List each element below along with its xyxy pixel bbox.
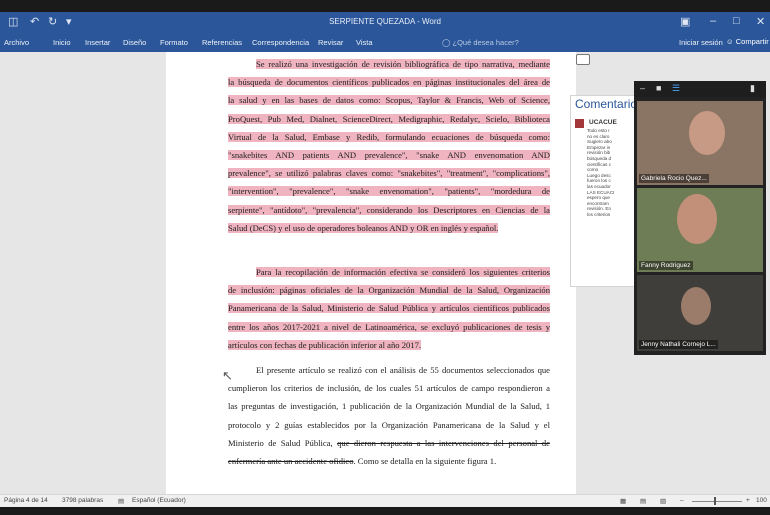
paragraph-criteria[interactable]: Para la recopilación de información efec… [228,263,550,354]
text-line: artículos con fechas de publicación infe… [228,339,422,350]
text-line: Se realizó una investigación de revisión… [256,59,550,69]
text-line: serpiente", "antídoto", "prevalencia", c… [228,204,550,215]
status-bar: Página 4 de 14 3798 palabras ▤ Español (… [0,494,770,507]
comment-icon[interactable] [576,54,590,65]
zoom-out-icon[interactable]: – [680,497,684,504]
participant-tile-3[interactable]: Jenny Nathali Cornejo L... [637,275,763,351]
title-bar: ◫ ↶ ↻ ▾ SERPIENTE QUEZADA - Word ▣ – □ ✕ [0,12,770,34]
sign-in-link[interactable]: Iniciar sesión [679,38,723,47]
comments-heading: Comentarios [575,97,644,111]
document-title: SERPIENTE QUEZADA - Word [329,17,441,26]
participant-tile-2[interactable]: Fanny Rodriguez [637,188,763,272]
participant-tile-1[interactable]: Gabriela Rocio Quez... [637,101,763,185]
zoom-level[interactable]: 100 [756,497,767,504]
read-mode-icon[interactable]: ▦ [620,497,626,505]
tab-formato[interactable]: Formato [160,38,188,47]
share-button[interactable]: ☺ Compartir [726,37,769,46]
zoom-slider-thumb[interactable] [714,497,716,505]
deleted-text: que dieron respuesta a las intervencione… [337,437,550,448]
text-line: Para la recopilación de información efec… [256,267,550,277]
text-line: la búsqueda de documentos científicos pu… [228,77,550,88]
text-line: protocolo y 2 guías establecidos por la … [228,419,550,430]
text-line: El presente artículo se realizó con el a… [256,365,550,375]
participant-face-3 [681,287,711,325]
mouse-cursor-icon: ↖ [222,368,233,383]
text-line: "snakebites AND patients AND prevalence"… [228,149,550,160]
participant-face-2 [677,194,717,244]
video-toolbar: – ■ ☰ ▮ [634,81,766,97]
video-call-overlay[interactable]: – ■ ☰ ▮ Gabriela Rocio Quez... Fanny Rod… [634,81,766,355]
text-normal: Ministerio de Salud Pública, [228,437,333,448]
text-normal: . Como se detalla en la siguiente figura… [353,455,497,466]
grid-view-icon[interactable]: ☰ [672,83,680,94]
document-page[interactable]: Se realizó una investigación de revisión… [166,52,576,494]
text-line: la salud y en las bases de datos como: S… [228,95,550,106]
text-line: enfermería ante un accidente ofidico. Co… [228,452,550,470]
text-line: Ministerio de Salud Pública, que dieron … [228,434,550,452]
minimize-icon[interactable]: – [710,15,716,27]
language[interactable]: Español (Ecuador) [132,497,186,504]
proofing-icon[interactable]: ▤ [118,497,124,505]
participant-name-3: Jenny Nathali Cornejo L... [639,340,718,349]
tab-archivo[interactable]: Archivo [4,38,29,47]
tab-revisar[interactable]: Revisar [318,38,343,47]
maximize-icon[interactable]: □ [733,15,740,27]
text-line: cumplieron los criterios de inclusión, d… [228,383,550,394]
deleted-text: enfermería ante un accidente ofidico [228,455,354,466]
tab-correspondencia[interactable]: Correspondencia [252,38,309,47]
zoom-in-icon[interactable]: + [746,497,750,504]
participant-name-1: Gabriela Rocio Quez... [639,174,709,183]
tell-me-text: ¿Qué desea hacer? [452,38,519,47]
text-line: prevalence", se utilizó palabras claves … [228,168,550,179]
share-label: Compartir [735,37,769,46]
text-line: "intervention", "prevalence", "snake env… [228,186,550,197]
paragraph-results[interactable]: El presente artículo se realizó con el a… [228,361,550,470]
pin-icon[interactable]: ▮ [750,83,755,94]
ribbon-tabs: Archivo Inicio Insertar Diseño Formato R… [0,34,770,52]
lightbulb-icon: ◯ [442,38,451,47]
ribbon-display-icon[interactable]: ▣ [680,15,690,28]
web-layout-icon[interactable]: ▧ [660,497,666,505]
participant-face-1 [689,111,725,155]
print-layout-icon[interactable]: ▤ [640,497,646,505]
text-line: las preguntas de investigación, 1 public… [228,401,550,412]
tab-referencias[interactable]: Referencias [202,38,242,47]
text-line: Panamericana de la Salud, Ministerio de … [228,303,550,314]
tab-insertar[interactable]: Insertar [85,38,110,47]
comment-author: UCACUE [589,119,617,126]
tab-diseno[interactable]: Diseño [123,38,146,47]
participant-name-2: Fanny Rodriguez [639,261,693,270]
text-line: ProQuest, Pub Med, Dialnet, ScienceDirec… [228,113,550,124]
close-icon[interactable]: ✕ [756,15,765,28]
zoom-slider[interactable] [692,501,742,502]
tell-me-box[interactable]: ◯ ¿Qué desea hacer? [442,38,519,47]
page-count[interactable]: Página 4 de 14 [4,497,48,504]
tab-vista[interactable]: Vista [356,38,373,47]
minimize-video-icon[interactable]: – [640,83,645,93]
word-count[interactable]: 3798 palabras [62,497,103,504]
tab-inicio[interactable]: Inicio [53,38,71,47]
text-line: Salud (DeCS) y el uso de operadores bole… [228,222,499,233]
text-line: de inclusión: páginas oficiales de la Or… [228,285,550,296]
person-icon: ☺ [726,37,734,46]
comment-author-avatar [575,119,584,128]
text-line: Virtual de la Salud, Embase y Redib, for… [228,131,550,142]
paragraph-methods[interactable]: Se realizó una investigación de revisión… [228,55,550,237]
layout-icon[interactable]: ■ [656,83,661,93]
text-line: entre los años 2017-2021 a nivel de Lati… [228,321,550,332]
